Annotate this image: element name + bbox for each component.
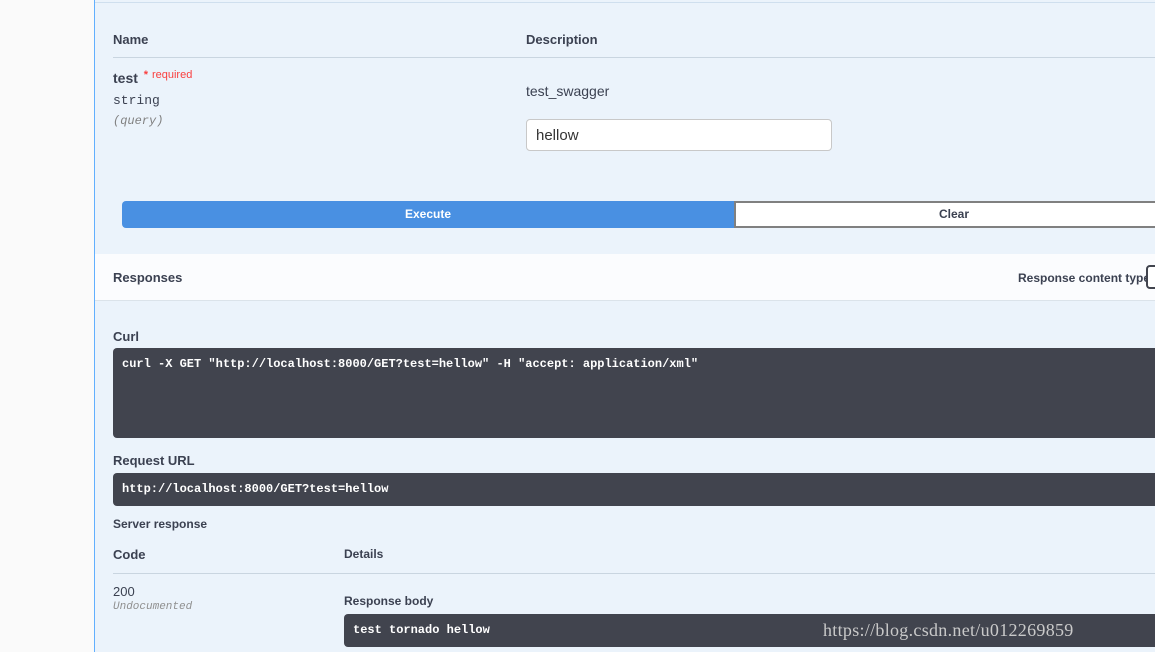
watermark: https://blog.csdn.net/u012269859 (823, 620, 1074, 640)
request-url-value: http://localhost:8000/GET?test=hellow (122, 482, 389, 496)
request-url-block: http://localhost:8000/GET?test=hellow (113, 473, 1155, 506)
param-name-text: test (113, 70, 138, 86)
execute-button[interactable]: Execute (122, 201, 734, 228)
curl-title: Curl (113, 329, 139, 344)
param-description-header: Description (526, 32, 598, 47)
response-status: Undocumented (113, 601, 193, 613)
response-content-type-select[interactable] (1146, 265, 1155, 289)
response-details-header: Details (344, 547, 384, 561)
response-code-header: Code (113, 547, 146, 562)
responses-header: Responses Response content type (95, 254, 1155, 301)
param-location: (query) (113, 114, 164, 128)
response-code: 200 (113, 584, 135, 599)
param-type: string (113, 93, 160, 108)
clear-button[interactable]: Clear (734, 201, 1155, 228)
responses-title: Responses (113, 270, 183, 285)
param-name: test * required (113, 69, 193, 86)
server-response-title: Server response (113, 517, 208, 531)
param-description: test_swagger (526, 83, 610, 99)
response-header-divider (113, 573, 1155, 574)
request-url-title: Request URL (113, 453, 195, 468)
param-name-header: Name (113, 32, 149, 47)
required-star: * (143, 69, 149, 81)
curl-command: curl -X GET "http://localhost:8000/GET?t… (122, 357, 699, 371)
panel-top-divider (95, 2, 1155, 3)
param-header-divider (113, 57, 1155, 58)
response-content-type-label: Response content type (1018, 271, 1151, 285)
left-gutter (0, 0, 94, 652)
response-body-value: test tornado hellow (353, 623, 490, 637)
required-label: required (151, 69, 193, 81)
curl-code-block: curl -X GET "http://localhost:8000/GET?t… (113, 348, 1155, 438)
param-test-input[interactable] (526, 119, 832, 151)
response-body-title: Response body (344, 594, 434, 608)
operation-panel: Name Description test * required string … (94, 0, 1155, 652)
